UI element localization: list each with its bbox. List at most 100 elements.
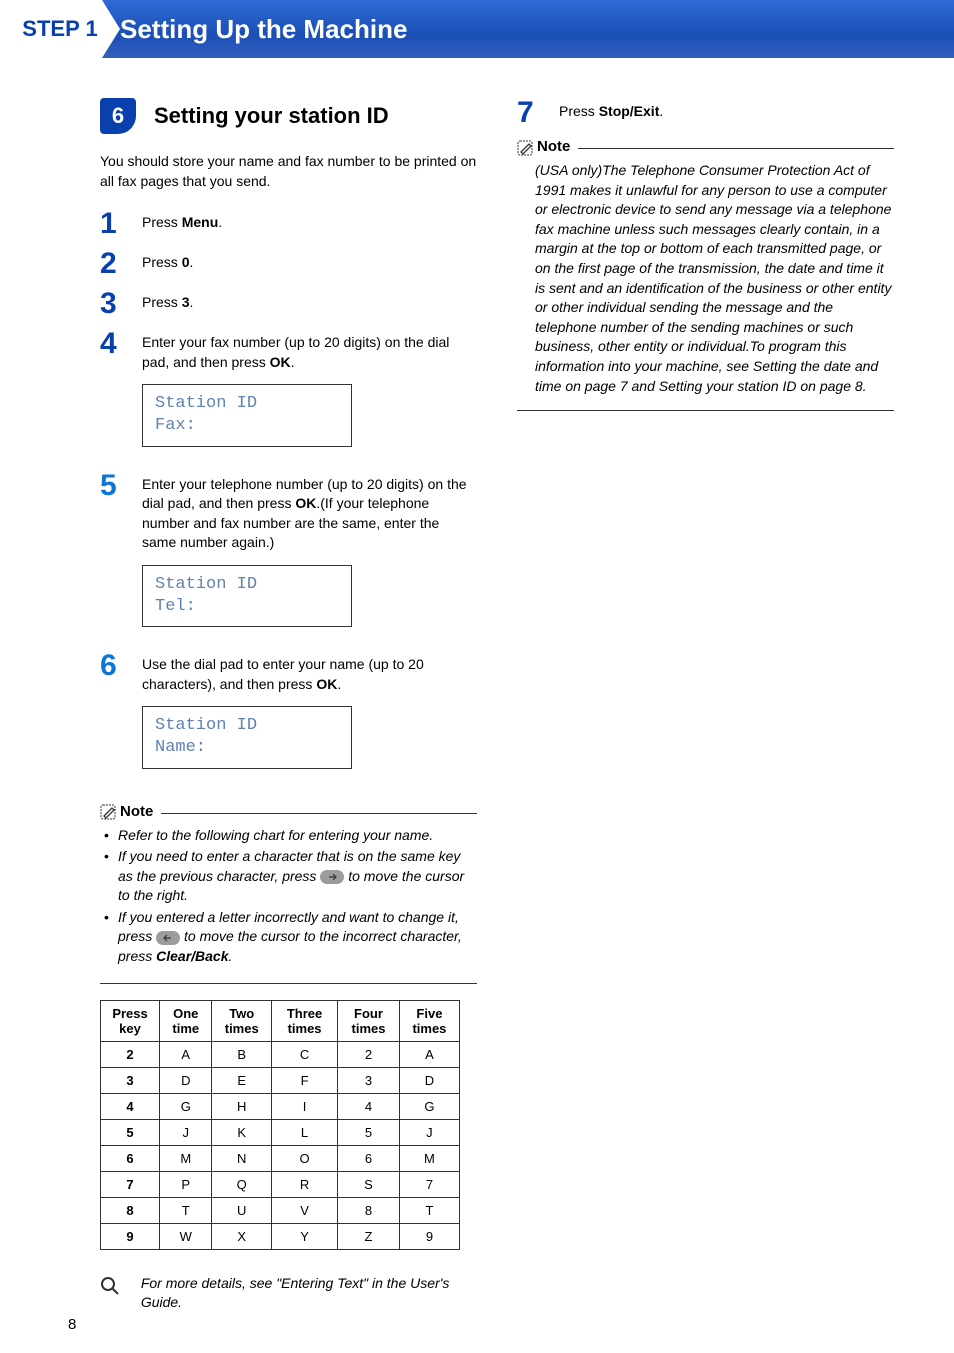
table-row: 7PQRS7	[101, 1171, 460, 1197]
section-number-badge: 6	[100, 98, 136, 134]
step-body: Press 0.	[142, 249, 477, 273]
table-header: Four times	[338, 1000, 400, 1041]
step-badge: STEP 1	[0, 0, 120, 58]
lcd-display: Station ID Tel:	[142, 565, 352, 627]
table-cell: 3	[101, 1067, 160, 1093]
table-cell: G	[160, 1093, 212, 1119]
page-banner: Setting Up the Machine	[0, 0, 954, 58]
table-cell: N	[212, 1145, 272, 1171]
pencil-icon	[100, 804, 120, 822]
note-item: If you need to enter a character that is…	[118, 847, 477, 906]
table-header: Press key	[101, 1000, 160, 1041]
step-1: 1 Press Menu.	[100, 209, 477, 239]
table-row: 4GHI4G	[101, 1093, 460, 1119]
detail-text: For more details, see "Entering Text" in…	[141, 1274, 477, 1313]
table-cell: 6	[101, 1145, 160, 1171]
table-cell: A	[399, 1041, 459, 1067]
table-cell: G	[399, 1093, 459, 1119]
note-block: Note Refer to the following chart for en…	[100, 803, 477, 984]
step-body: Press 3.	[142, 289, 477, 313]
intro-text: You should store your name and fax numbe…	[100, 152, 477, 191]
table-cell: M	[160, 1145, 212, 1171]
step-body: Press Stop/Exit.	[559, 98, 894, 122]
table-cell: 5	[101, 1119, 160, 1145]
note-body: (USA only)The Telephone Consumer Protect…	[517, 159, 894, 406]
banner-title: Setting Up the Machine	[120, 14, 407, 45]
table-cell: F	[271, 1067, 337, 1093]
step-number: 5	[100, 471, 124, 501]
table-cell: D	[160, 1067, 212, 1093]
lcd-display: Station ID Fax:	[142, 384, 352, 446]
table-cell: X	[212, 1223, 272, 1249]
table-row: 8TUV8T	[101, 1197, 460, 1223]
table-header: Three times	[271, 1000, 337, 1041]
table-cell: E	[212, 1067, 272, 1093]
section-heading: 6 Setting your station ID	[100, 98, 477, 134]
table-cell: M	[399, 1145, 459, 1171]
table-row: 3DEF3D	[101, 1067, 460, 1093]
left-column: 6 Setting your station ID You should sto…	[100, 98, 477, 1313]
note-block: Note (USA only)The Telephone Consumer Pr…	[517, 138, 894, 411]
table-cell: Z	[338, 1223, 400, 1249]
table-cell: 5	[338, 1119, 400, 1145]
lcd-display: Station ID Name:	[142, 706, 352, 768]
step-6: 6 Use the dial pad to enter your name (u…	[100, 651, 477, 782]
note-item: If you entered a letter incorrectly and …	[118, 908, 477, 967]
step-5: 5 Enter your telephone number (up to 20 …	[100, 471, 477, 642]
table-cell: 4	[338, 1093, 400, 1119]
table-cell: S	[338, 1171, 400, 1197]
table-cell: 8	[101, 1197, 160, 1223]
table-row: 6MNO6M	[101, 1145, 460, 1171]
note-label: Note	[120, 803, 153, 820]
table-cell: K	[212, 1119, 272, 1145]
step-body: Enter your fax number (up to 20 digits) …	[142, 329, 477, 460]
table-cell: J	[399, 1119, 459, 1145]
table-cell: C	[271, 1041, 337, 1067]
table-cell: 3	[338, 1067, 400, 1093]
table-cell: 9	[101, 1223, 160, 1249]
table-header: Two times	[212, 1000, 272, 1041]
pencil-icon	[517, 140, 537, 158]
table-row: 2ABC2A	[101, 1041, 460, 1067]
table-cell: V	[271, 1197, 337, 1223]
table-cell: P	[160, 1171, 212, 1197]
step-number: 2	[100, 249, 124, 279]
step-2: 2 Press 0.	[100, 249, 477, 279]
section-title-text: Setting your station ID	[154, 103, 389, 129]
step-number: 6	[100, 651, 124, 681]
table-cell: 4	[101, 1093, 160, 1119]
table-row: 5JKL5J	[101, 1119, 460, 1145]
step-number: 7	[517, 98, 541, 128]
step-4: 4 Enter your fax number (up to 20 digits…	[100, 329, 477, 460]
table-cell: 2	[101, 1041, 160, 1067]
table-row: 9WXYZ9	[101, 1223, 460, 1249]
table-cell: H	[212, 1093, 272, 1119]
table-cell: A	[160, 1041, 212, 1067]
table-cell: J	[160, 1119, 212, 1145]
table-cell: O	[271, 1145, 337, 1171]
page-number: 8	[68, 1316, 76, 1333]
table-cell: 9	[399, 1223, 459, 1249]
character-entry-table: Press keyOne timeTwo timesThree timesFou…	[100, 1000, 460, 1250]
table-header: One time	[160, 1000, 212, 1041]
table-cell: T	[160, 1197, 212, 1223]
table-cell: R	[271, 1171, 337, 1197]
table-cell: L	[271, 1119, 337, 1145]
table-cell: Y	[271, 1223, 337, 1249]
note-item: Refer to the following chart for enterin…	[118, 826, 477, 846]
table-cell: B	[212, 1041, 272, 1067]
note-label: Note	[537, 138, 570, 155]
step-7: 7 Press Stop/Exit.	[517, 98, 894, 128]
detail-reference: For more details, see "Entering Text" in…	[100, 1274, 477, 1313]
note-body: Refer to the following chart for enterin…	[100, 824, 477, 979]
table-cell: I	[271, 1093, 337, 1119]
table-cell: D	[399, 1067, 459, 1093]
step-body: Press Menu.	[142, 209, 477, 233]
table-cell: 8	[338, 1197, 400, 1223]
table-cell: 6	[338, 1145, 400, 1171]
step-number: 4	[100, 329, 124, 359]
step-body: Use the dial pad to enter your name (up …	[142, 651, 477, 782]
table-header: Five times	[399, 1000, 459, 1041]
left-arrow-key-icon	[156, 931, 180, 945]
table-cell: 7	[101, 1171, 160, 1197]
